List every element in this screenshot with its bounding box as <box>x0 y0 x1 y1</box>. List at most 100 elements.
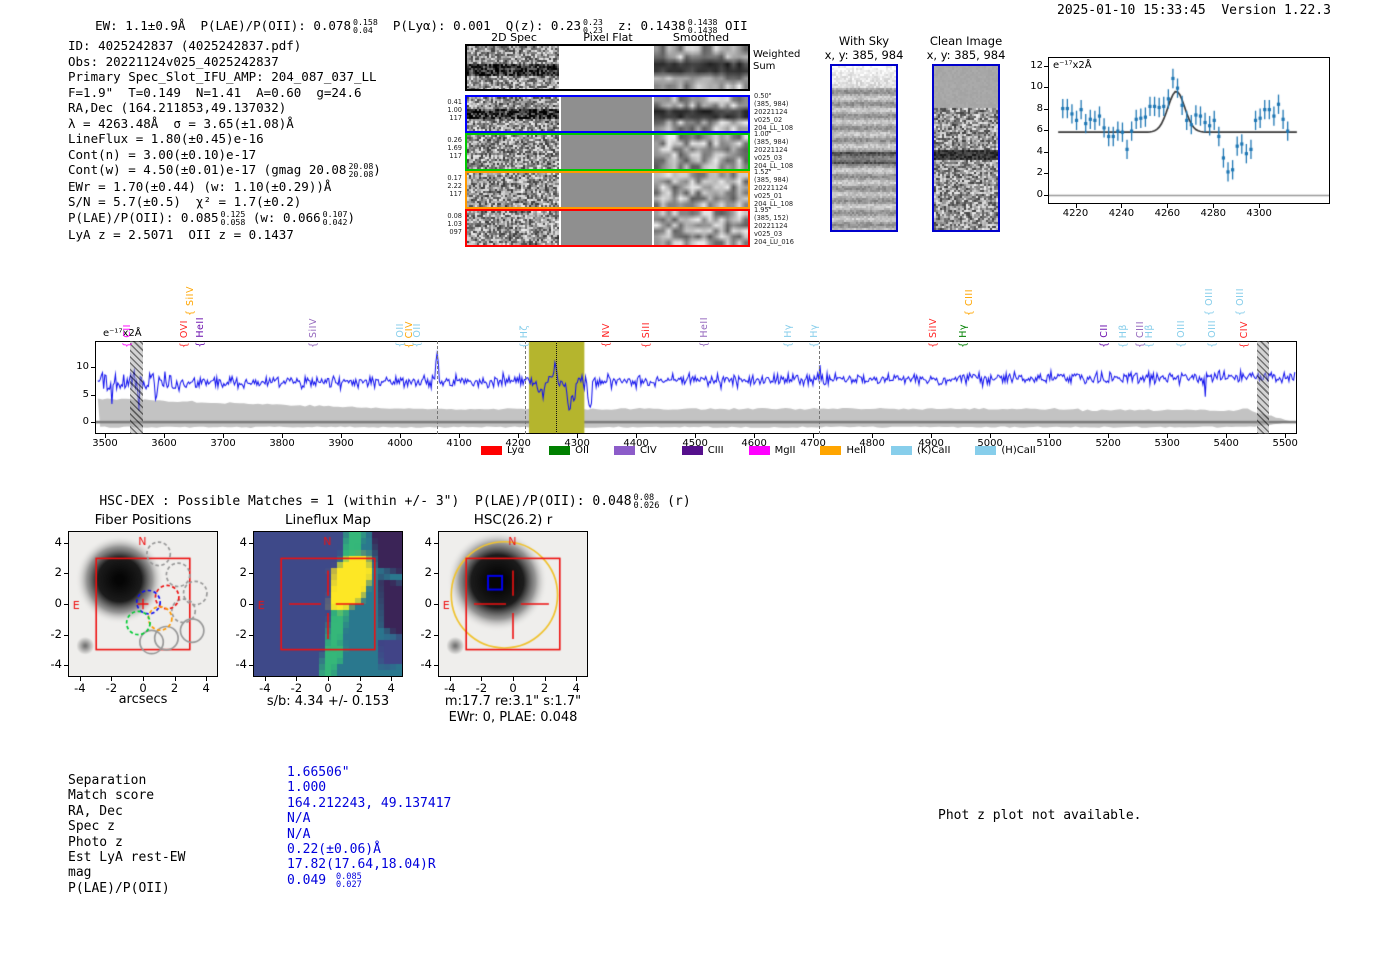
row-smoothed-image <box>654 97 748 131</box>
match-table-value: 1.000 <box>287 780 327 796</box>
lineflux-map-plot <box>253 531 403 677</box>
row-left-labels: 0.17 2.22 117 <box>447 174 462 198</box>
match-table-label: Spec z <box>68 819 115 835</box>
main-ytick: 5 <box>82 388 89 400</box>
row-smoothed-image <box>654 135 748 169</box>
emission-line-label: { HeII <box>699 317 711 348</box>
weighted-smoothed-image <box>654 46 748 89</box>
detected-line-marker <box>555 341 557 434</box>
with-sky-image <box>832 66 896 230</box>
fiber-cutout-row <box>465 133 750 171</box>
column-header-pixelflat: Pixel Flat <box>583 31 633 44</box>
main-xtick: 4800 <box>859 438 885 449</box>
clean-image-panel <box>932 64 1000 232</box>
tick-mark <box>1044 130 1048 132</box>
info-cont-w: Cont(w) = 4.50(±0.01)e-17 (gmag 20.08 20.… <box>68 161 381 180</box>
clean-image <box>934 66 998 230</box>
emission-line-label: { CII <box>1098 324 1110 348</box>
cutout-ytick: 4 <box>424 534 432 549</box>
cutout-xtick: 2 <box>355 681 364 695</box>
column-header-smoothed: Smoothed <box>672 31 730 44</box>
tick-mark <box>1044 108 1048 110</box>
weighted-sum-row <box>465 44 750 91</box>
hsc-xlabel-2: EWr: 0, PLAE: 0.048 <box>448 710 578 725</box>
weighted-sum-label: Weighted Sum <box>753 49 801 72</box>
weighted-pixelflat-image <box>561 46 652 89</box>
tick-mark <box>1044 173 1048 175</box>
main-ytick: 10 <box>76 361 89 373</box>
match-table-label: P(LAE)/P(OII) <box>68 880 170 896</box>
cutout-ytick: 4 <box>239 534 247 549</box>
emission-line-label: { Hγ <box>958 324 970 348</box>
match-table-value: 0.22(±0.06)Å <box>287 842 381 858</box>
fiber-cutout-row <box>465 171 750 209</box>
clean-image-title: Clean Image x, y: 385, 984 <box>926 34 1006 62</box>
info-ifu: Primary Spec_Slot_IFU_AMP: 204_087_037_L… <box>68 69 377 84</box>
tick-mark <box>1044 151 1048 153</box>
info-lineflux: LineFlux = 1.80(±0.45)e-16 <box>68 131 264 146</box>
weighted-2dspec-image <box>467 46 559 89</box>
match-table-labels: Separation Match score RA, Dec Spec z Photo … <box>68 773 185 896</box>
tick-mark <box>1044 87 1048 89</box>
info-seeing: F=1.9" T=0.149 N=1.41 A=0.60 g=24.6 <box>68 84 362 100</box>
detection-info-block: ID: 4025242837 (4025242837.pdf) Obs: 202… <box>68 38 381 242</box>
main-xtick: 5500 <box>1272 438 1298 449</box>
zoom-xtick: 4240 <box>1108 208 1135 219</box>
main-xtick: 4400 <box>623 438 649 449</box>
zoom-ytick: 10 <box>1030 81 1043 93</box>
timestamp-version: 2025-01-10 15:33:45 Version 1.22.3 <box>1057 3 1331 18</box>
row-pixelflat-image <box>561 97 652 131</box>
emission-line-label: { SiIV <box>307 317 319 348</box>
line-zoom-plot <box>1048 57 1330 204</box>
row-right-labels: 1.00" (385, 984) 20221124 v025_03 204_LL_108 <box>754 130 794 170</box>
row-right-labels: 1.95" (385, 152) 20221124 v025_03 204_LU_016 <box>754 206 794 246</box>
legend-swatch <box>891 446 913 455</box>
emission-line-label: { Hζ <box>518 324 530 348</box>
match-table-label: Match score <box>68 788 155 804</box>
main-xtick: 4000 <box>387 438 413 449</box>
main-xtick: 5300 <box>1154 438 1180 449</box>
zoom-xtick: 4300 <box>1246 208 1272 219</box>
cutout-xtick: -2 <box>290 681 303 695</box>
masked-region <box>1256 341 1270 434</box>
row-left-labels: 0.41 1.00 117 <box>447 98 462 122</box>
match-table-label: RA, Dec <box>68 803 123 819</box>
cutout-ytick: -2 <box>420 626 432 641</box>
row-pixelflat-image <box>561 211 652 245</box>
cutout-ytick: 4 <box>54 534 62 549</box>
main-xtick: 3700 <box>210 438 236 449</box>
cutout-ytick: -4 <box>235 657 247 672</box>
elixer-report: EW: 1.1±0.9Å P(LAE)/P(OII): 0.078 0.158 0.… <box>0 0 1400 953</box>
header-plya-qz: P(Lyα): 0.001 Q(z): 0.23 <box>377 18 582 33</box>
legend-label: (H)CaII <box>1001 445 1036 456</box>
fiber-cutout-row <box>465 209 750 247</box>
tick-mark <box>91 422 95 423</box>
cutout-xtick: 4 <box>572 681 580 695</box>
emission-line-label: { CIV <box>1239 320 1251 349</box>
main-xtick: 5000 <box>977 438 1003 449</box>
dashed-line-marker <box>437 341 439 434</box>
tick-mark <box>249 634 253 636</box>
cutout-xtick: -2 <box>105 681 118 695</box>
match-table-label: Est LyA rest-EW <box>68 850 186 866</box>
row-2dspec-image <box>467 173 559 207</box>
main-xtick: 5100 <box>1036 438 1062 449</box>
lineflux-xlabel: s/b: 4.34 +/- 0.153 <box>266 694 390 709</box>
legend-label: CIII <box>707 445 724 456</box>
tick-mark <box>434 542 438 544</box>
row-smoothed-image <box>654 211 748 245</box>
cutout-ytick: 0 <box>239 596 247 610</box>
emission-line-label: { OII <box>411 323 423 348</box>
hsc-cutout-plot <box>438 531 588 677</box>
plae-uncertainty: 0.158 0.04 <box>352 17 378 36</box>
row-pixelflat-image <box>561 173 652 207</box>
cutout-xtick: 4 <box>202 681 210 695</box>
emission-line-label: { Hγ <box>783 324 795 348</box>
match-table-value: N/A <box>287 826 311 842</box>
cutout-xtick: -2 <box>475 681 488 695</box>
cutout-xtick: 4 <box>387 681 395 695</box>
match-table-values: 1.66506" 1.000 164.212243, 49.137417 N/A N/A… <box>287 765 451 889</box>
main-xtick: 3500 <box>92 438 118 449</box>
emission-line-label: { OIII <box>1176 320 1188 348</box>
cutout-ytick: -2 <box>235 626 247 641</box>
